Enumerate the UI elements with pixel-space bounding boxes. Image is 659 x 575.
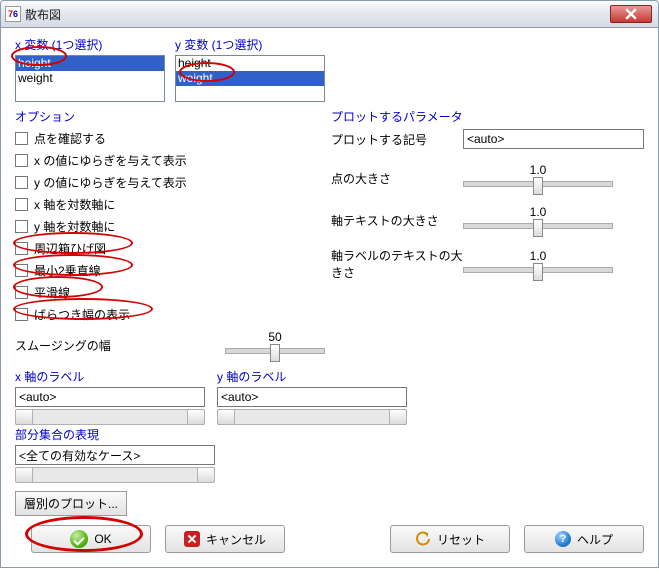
x-var-item-weight[interactable]: weight xyxy=(16,71,164,86)
close-icon xyxy=(625,8,637,20)
y-var-item-height[interactable]: height xyxy=(176,56,324,71)
opt-log-x[interactable]: x 軸を対数軸に xyxy=(15,193,187,215)
y-var-listbox[interactable]: height weight xyxy=(175,55,325,102)
opt-marginal-boxplots[interactable]: 周辺箱ひげ図 xyxy=(15,237,187,259)
subset-heading: 部分集合の表現 xyxy=(15,426,215,443)
checkbox-icon xyxy=(15,132,28,145)
cancel-icon xyxy=(184,531,200,547)
window-title: 散布図 xyxy=(25,6,61,23)
subset-input[interactable] xyxy=(15,445,215,465)
checkbox-icon xyxy=(15,154,28,167)
x-var-item-height[interactable]: height xyxy=(16,56,164,71)
ylab-input[interactable] xyxy=(217,387,407,407)
opt-jitter-y[interactable]: y の値にゆらぎを与えて表示 xyxy=(15,171,187,193)
reset-button[interactable]: リセット xyxy=(390,525,510,553)
point-size-slider[interactable]: 1.0 xyxy=(463,163,613,193)
app-icon: 76 xyxy=(5,6,21,22)
dialog-body: x 変数 (1つ選択) height weight y 変数 (1つ選択) he… xyxy=(0,28,659,568)
ylab-label: y 軸のラベル xyxy=(217,368,407,385)
x-var-listbox[interactable]: height weight xyxy=(15,55,165,102)
checkbox-icon xyxy=(15,176,28,189)
plot-by-group-button[interactable]: 層別のプロット... xyxy=(15,491,127,516)
help-icon: ? xyxy=(555,531,571,547)
axis-text-size-label: 軸テキストの大きさ xyxy=(331,212,463,229)
smoothing-slider[interactable]: 50 xyxy=(225,330,325,360)
checkbox-icon xyxy=(15,286,28,299)
checkbox-icon xyxy=(15,198,28,211)
ok-button[interactable]: OK xyxy=(31,525,151,553)
plot-symbol-label: プロットする記号 xyxy=(331,131,463,148)
xlab-input[interactable] xyxy=(15,387,205,407)
opt-jitter-x[interactable]: x の値にゆらぎを与えて表示 xyxy=(15,149,187,171)
reset-icon xyxy=(415,531,431,547)
xlab-scroll[interactable] xyxy=(15,409,205,425)
x-var-label: x 変数 (1つ選択) xyxy=(15,36,175,53)
point-size-label: 点の大きさ xyxy=(331,170,463,187)
ok-icon xyxy=(70,530,88,548)
opt-least-squares[interactable]: 最小2乗直線 xyxy=(15,259,187,281)
ylab-scroll[interactable] xyxy=(217,409,407,425)
plot-symbol-input[interactable] xyxy=(463,129,644,149)
checkbox-icon xyxy=(15,220,28,233)
subset-scroll[interactable] xyxy=(15,467,215,483)
opt-log-y[interactable]: y 軸を対数軸に xyxy=(15,215,187,237)
y-var-item-weight[interactable]: weight xyxy=(176,71,324,86)
window-close-button[interactable] xyxy=(610,5,652,23)
axis-label-text-size-label: 軸ラベルのテキストの大きさ xyxy=(331,247,463,281)
checkbox-icon xyxy=(15,308,28,321)
xlab-label: x 軸のラベル xyxy=(15,368,205,385)
plotparams-heading: プロットするパラメータ xyxy=(331,108,644,125)
smoothing-label: スムージングの幅 xyxy=(15,337,225,354)
opt-identify-points[interactable]: 点を確認する xyxy=(15,127,187,149)
cancel-button[interactable]: キャンセル xyxy=(165,525,285,553)
y-var-label: y 変数 (1つ選択) xyxy=(175,36,335,53)
opt-show-spread[interactable]: ばらつき幅の表示 xyxy=(15,303,187,325)
opt-smooth-line[interactable]: 平滑線 xyxy=(15,281,187,303)
help-button[interactable]: ? ヘルプ xyxy=(524,525,644,553)
axis-label-text-size-slider[interactable]: 1.0 xyxy=(463,249,613,279)
options-heading: オプション xyxy=(15,108,187,125)
titlebar: 76 散布図 xyxy=(0,0,659,28)
checkbox-icon xyxy=(15,242,28,255)
checkbox-icon xyxy=(15,264,28,277)
axis-text-size-slider[interactable]: 1.0 xyxy=(463,205,613,235)
